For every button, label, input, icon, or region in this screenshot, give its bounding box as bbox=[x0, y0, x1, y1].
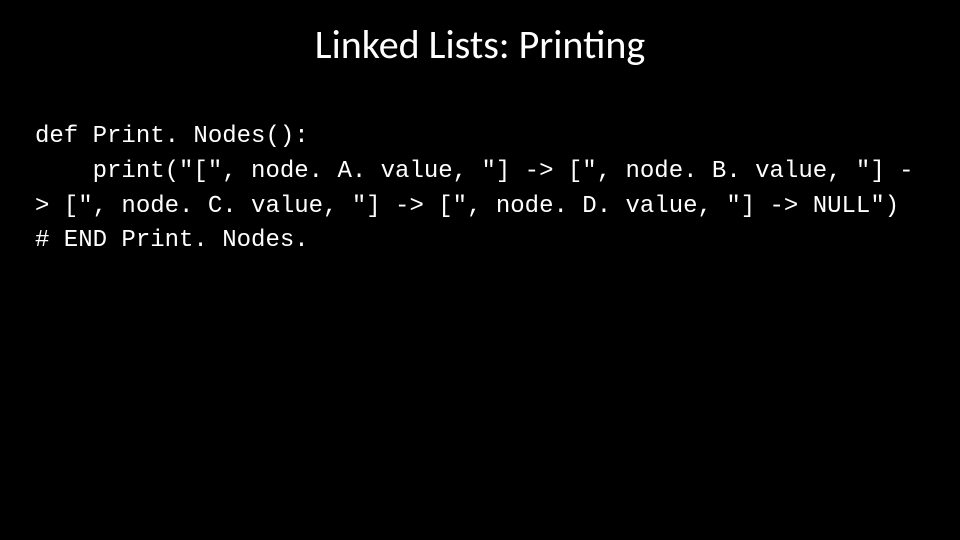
slide: Linked Lists: Printing def Print. Nodes(… bbox=[0, 0, 960, 540]
code-block: def Print. Nodes(): print("[", node. A. … bbox=[35, 120, 925, 259]
slide-title: Linked Lists: Printing bbox=[0, 20, 960, 69]
